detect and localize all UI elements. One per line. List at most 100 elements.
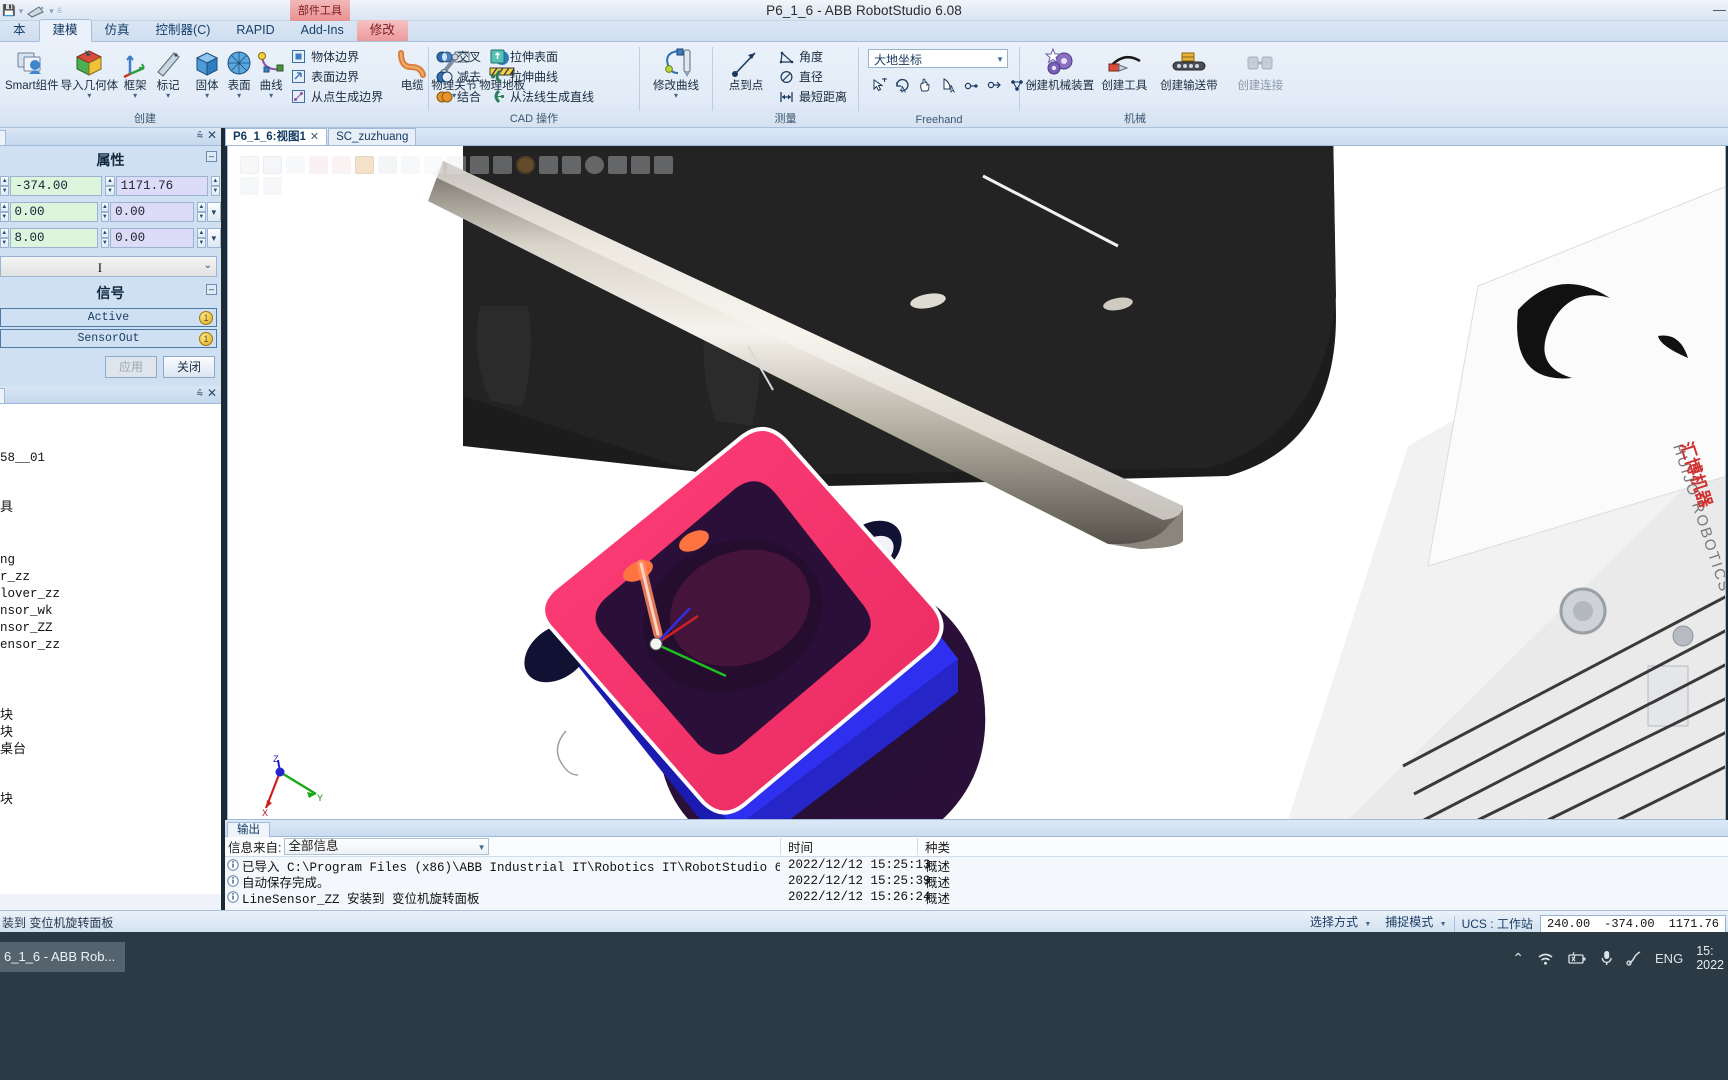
- tree-item[interactable]: 块: [0, 706, 221, 723]
- axis-snap-icon[interactable]: [562, 156, 581, 174]
- mesh-snap-icon[interactable]: [493, 156, 512, 174]
- property-field-1a[interactable]: [10, 176, 103, 196]
- tree-item[interactable]: 具: [0, 498, 221, 515]
- create-conveyor-button[interactable]: 创建输送带: [1154, 45, 1223, 92]
- doc-tab-sczuzhuang[interactable]: SC_zuzhuang: [328, 128, 417, 145]
- union-button[interactable]: 结合: [434, 87, 485, 106]
- point-to-point-button[interactable]: 点到点: [718, 45, 774, 92]
- spinner-2c[interactable]: ▲ ▼: [197, 202, 206, 222]
- reference-coordinate-combo[interactable]: 大地坐标 ▼: [868, 49, 1008, 68]
- point-snap-icon[interactable]: [470, 156, 489, 174]
- signal-row-sensorout[interactable]: SensorOut 1: [0, 329, 217, 348]
- stop-simulation-icon[interactable]: [263, 177, 282, 195]
- view-all-icon[interactable]: [240, 156, 259, 174]
- chevron-down-icon[interactable]: ▾: [205, 92, 209, 100]
- surface-button[interactable]: 表面 ▾: [224, 45, 254, 100]
- body-border-button[interactable]: 物体边界: [288, 47, 387, 66]
- tree-item[interactable]: [0, 481, 221, 498]
- line-from-normal-button[interactable]: 从法线生成直线: [487, 87, 598, 106]
- spinner-3a[interactable]: ▲ ▼: [0, 228, 9, 248]
- apply-button[interactable]: 应用: [105, 356, 157, 378]
- tree-pin-icon[interactable]: ⩯: [197, 388, 203, 401]
- grid-icon[interactable]: [378, 156, 397, 174]
- selection-mode-button[interactable]: 选择方式 ▼: [1303, 913, 1378, 934]
- tree-close-icon[interactable]: ✕: [207, 386, 217, 400]
- tree-tab[interactable]: 置: [0, 388, 5, 403]
- close-icon[interactable]: ✕: [310, 129, 319, 145]
- tab-simulation[interactable]: 仿真: [92, 20, 143, 41]
- subtract-button[interactable]: 减去: [434, 67, 485, 86]
- clock[interactable]: 15: 2022: [1696, 944, 1724, 972]
- move-tool-icon[interactable]: [870, 76, 888, 94]
- output-filter-combo[interactable]: 全部信息 ▼: [284, 838, 490, 855]
- zoom-view-icon[interactable]: [332, 156, 351, 174]
- jog-linear-icon[interactable]: [985, 76, 1003, 94]
- viewport-toolbar-row-1[interactable]: [240, 156, 673, 174]
- viewport-floating-toolbar[interactable]: [240, 156, 673, 195]
- plane-snap-icon[interactable]: [654, 156, 673, 174]
- chevron-down-icon[interactable]: ⌄: [204, 260, 212, 271]
- tree-item[interactable]: 块: [0, 723, 221, 740]
- tab-rapid[interactable]: RAPID: [223, 20, 287, 41]
- play-simulation-icon[interactable]: [240, 177, 259, 195]
- create-mechanism-button[interactable]: 创建机械装置: [1025, 45, 1094, 92]
- snap-mode-button[interactable]: 捕捉模式 ▼: [1378, 913, 1453, 934]
- import-geometry-button[interactable]: 导入几何体 ▾: [61, 45, 118, 100]
- tab-modeling[interactable]: 建模: [38, 19, 92, 42]
- output-log-list[interactable]: 已导入 C:\Program Files (x86)\ABB Industria…: [225, 857, 1728, 907]
- intersect-button[interactable]: 交叉: [434, 47, 485, 66]
- zoom-fit-icon[interactable]: [263, 156, 282, 174]
- extrude-curve-button[interactable]: 拉伸曲线: [487, 67, 598, 86]
- chevron-down-icon[interactable]: ▼: [478, 843, 486, 852]
- document-tab-bar[interactable]: P6_1_6:视图1 ✕ SC_zuzhuang: [225, 128, 1728, 146]
- tab-controller[interactable]: 控制器(C): [143, 20, 224, 41]
- spinner-1b[interactable]: ▲ ▼: [105, 176, 115, 196]
- tab-modify[interactable]: 修改: [356, 20, 408, 41]
- frame-button[interactable]: 框架 ▾: [120, 45, 150, 100]
- tab-addins[interactable]: Add-Ins: [288, 20, 357, 41]
- center-snap-icon[interactable]: [516, 156, 535, 174]
- chevron-down-icon[interactable]: ▾: [87, 92, 91, 100]
- create-tool-button[interactable]: 创建工具: [1096, 45, 1152, 92]
- border-from-points-button[interactable]: 从点生成边界: [288, 87, 387, 106]
- spinner-2a[interactable]: ▲ ▼: [0, 202, 9, 222]
- angle-button[interactable]: 角度: [776, 47, 851, 66]
- chevron-down-icon[interactable]: ▼: [1440, 921, 1447, 928]
- window-controls[interactable]: —: [1713, 2, 1726, 17]
- measure-icon[interactable]: [355, 156, 374, 174]
- tree-item[interactable]: 块: [0, 790, 221, 807]
- chevron-up-icon[interactable]: ⌃: [1512, 950, 1524, 967]
- property-field-3a[interactable]: [9, 228, 98, 248]
- curve-button[interactable]: 曲线 ▾: [256, 45, 286, 100]
- circle-snap-icon[interactable]: [585, 156, 604, 174]
- hand-tool-icon[interactable]: [916, 76, 934, 94]
- chevron-down-icon[interactable]: ▾: [674, 92, 678, 100]
- pan-view-icon[interactable]: [309, 156, 328, 174]
- property-field-2a[interactable]: [9, 202, 98, 222]
- minimize-button[interactable]: —: [1713, 2, 1726, 17]
- chevron-down-icon[interactable]: ▾: [237, 92, 241, 100]
- modify-curve-button[interactable]: 修改曲线 ▾: [645, 45, 707, 100]
- snap-icon[interactable]: [401, 156, 420, 174]
- surface-border-button[interactable]: 表面边界: [288, 67, 387, 86]
- spinner-1a[interactable]: ▲ ▼: [0, 176, 10, 196]
- chevron-down-icon[interactable]: ▼: [996, 55, 1004, 64]
- viewport-toolbar-row-2[interactable]: [240, 177, 673, 195]
- signal-row-active[interactable]: Active 1: [0, 308, 217, 327]
- wifi-icon[interactable]: [1537, 951, 1554, 966]
- tree-item[interactable]: nsor_ZZ: [0, 620, 221, 637]
- property-field-3b[interactable]: [110, 228, 195, 248]
- signal-led-sensorout[interactable]: 1: [199, 332, 213, 346]
- pin-icon[interactable]: ⩯: [197, 130, 203, 143]
- collapse-signals-icon[interactable]: –: [206, 284, 217, 295]
- chevron-down-icon[interactable]: ▾: [166, 92, 170, 100]
- 3d-viewport[interactable]: HUIJO ROBOTICS 汇博机器 X Y Z: [227, 146, 1726, 820]
- rotate-tool-icon[interactable]: [893, 76, 911, 94]
- properties-panel-tab[interactable]: r_zz: [0, 130, 7, 145]
- tree-item[interactable]: ng: [0, 552, 221, 569]
- pointer-icon[interactable]: [424, 156, 443, 174]
- edge-snap-icon[interactable]: [539, 156, 558, 174]
- doc-tab-view1[interactable]: P6_1_6:视图1 ✕: [225, 128, 328, 145]
- chevron-down-icon[interactable]: ▼: [1364, 921, 1371, 928]
- marker-button[interactable]: 标记 ▾: [152, 45, 184, 100]
